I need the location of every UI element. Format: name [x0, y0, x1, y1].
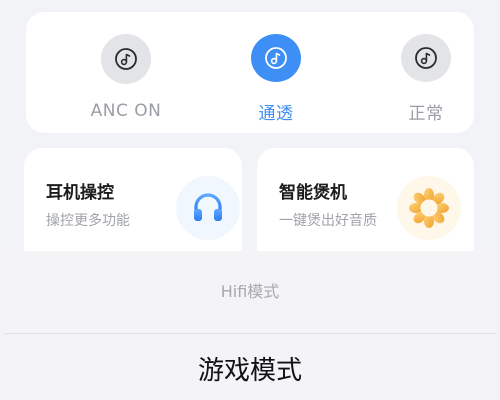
- mode-normal-label: 正常: [408, 104, 444, 124]
- music-note-icon: [265, 47, 287, 69]
- burn-in-flower-icon: [409, 188, 449, 228]
- hifi-mode-option[interactable]: Hifi模式: [4, 251, 496, 333]
- music-note-icon: [115, 48, 137, 70]
- headphones-icon: [194, 193, 222, 221]
- earbuds-settings-screen: ANC ON 通透 正常 耳机操控 操控更多功能 智能煲机 一键煲出好音质 Hi…: [0, 0, 500, 400]
- headphone-controls-card[interactable]: 耳机操控 操控更多功能: [24, 148, 242, 268]
- mode-transparency-circle: [251, 34, 301, 82]
- music-note-icon: [415, 47, 437, 69]
- mode-anc-label: ANC ON: [90, 101, 162, 121]
- smart-burn-in-title: 智能煲机: [279, 183, 347, 203]
- mode-action-sheet: Hifi模式 游戏模式: [4, 251, 496, 400]
- mode-anc-circle: [101, 34, 151, 84]
- game-mode-option[interactable]: 游戏模式: [4, 334, 496, 400]
- mode-normal-circle: [401, 34, 451, 82]
- smart-burn-in-subtitle: 一键煲出好音质: [279, 213, 377, 229]
- noise-mode-card: ANC ON 通透 正常: [26, 12, 474, 133]
- headphones-icon-wrap: [176, 176, 240, 240]
- mode-normal[interactable]: 正常: [366, 34, 486, 124]
- headphone-controls-subtitle: 操控更多功能: [46, 213, 130, 229]
- mode-anc-on[interactable]: ANC ON: [66, 34, 186, 124]
- headphone-controls-title: 耳机操控: [46, 183, 114, 203]
- mode-transparency-label: 通透: [258, 104, 294, 124]
- smart-burn-in-card[interactable]: 智能煲机 一键煲出好音质: [257, 148, 474, 268]
- burn-in-icon-wrap: [397, 176, 461, 240]
- mode-transparency[interactable]: 通透: [216, 34, 336, 124]
